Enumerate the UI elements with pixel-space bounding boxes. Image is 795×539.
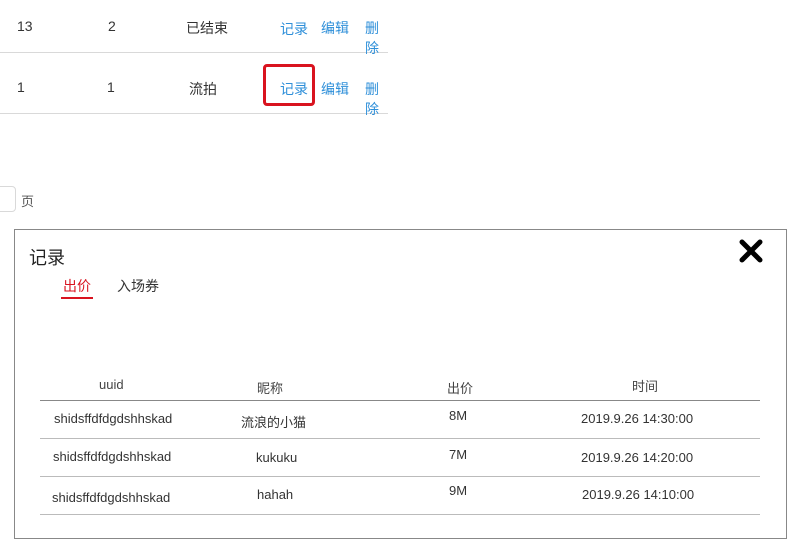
row-col2: 1: [107, 79, 115, 95]
cell-bid: 9M: [449, 483, 468, 498]
table-divider: [40, 514, 760, 515]
table-divider: [40, 438, 760, 439]
header-time: 时间: [632, 379, 659, 394]
header-bid: 出价: [447, 381, 474, 396]
edit-link[interactable]: 编辑: [321, 79, 349, 99]
delete-link[interactable]: 删除: [365, 79, 388, 119]
table-divider: [40, 400, 760, 401]
active-tab-underline: [61, 297, 93, 299]
cell-time: 2019.9.26 14:10:00: [582, 487, 695, 502]
tab-bid[interactable]: 出价: [63, 276, 91, 296]
edit-link[interactable]: 编辑: [321, 18, 349, 38]
cell-nickname: hahah: [257, 487, 294, 502]
list-row: 13 2 已结束 记录 编辑 删除: [0, 0, 388, 56]
delete-link[interactable]: 删除: [365, 18, 388, 58]
row-status: 流拍: [189, 81, 217, 97]
list-row: 1 1 流拍 记录 编辑 删除: [0, 53, 388, 117]
row-col1: 13: [17, 18, 33, 34]
header-uuid: uuid: [99, 377, 124, 392]
cell-time: 2019.9.26 14:20:00: [581, 450, 694, 465]
close-icon[interactable]: [738, 238, 764, 264]
modal-title: 记录: [29, 248, 65, 268]
cell-bid: 8M: [449, 408, 468, 423]
page-number-input[interactable]: [0, 186, 16, 212]
cell-uuid: shidsffdfdgdshhskad: [53, 449, 172, 464]
tab-ticket[interactable]: 入场券: [117, 276, 159, 296]
cell-bid: 7M: [449, 447, 468, 462]
header-nickname: 昵称: [257, 381, 284, 396]
cell-nickname: kukuku: [256, 450, 298, 465]
row-col1: 1: [17, 79, 25, 95]
table-divider: [40, 476, 760, 477]
cell-uuid: shidsffdfdgdshhskad: [54, 411, 173, 426]
cell-time: 2019.9.26 14:30:00: [581, 411, 694, 426]
record-link[interactable]: 记录: [280, 19, 308, 39]
row-status: 已结束: [186, 20, 228, 36]
cell-uuid: shidsffdfdgdshhskad: [52, 490, 171, 505]
record-highlight: [263, 64, 315, 106]
record-modal: 记录 出价 入场券 uuid 昵称 出价 时间 shidsffdfdgdshhs…: [14, 229, 787, 539]
row-col2: 2: [108, 18, 116, 34]
page-suffix-label: 页: [21, 194, 35, 209]
cell-nickname: 流浪的小猫: [241, 415, 307, 430]
